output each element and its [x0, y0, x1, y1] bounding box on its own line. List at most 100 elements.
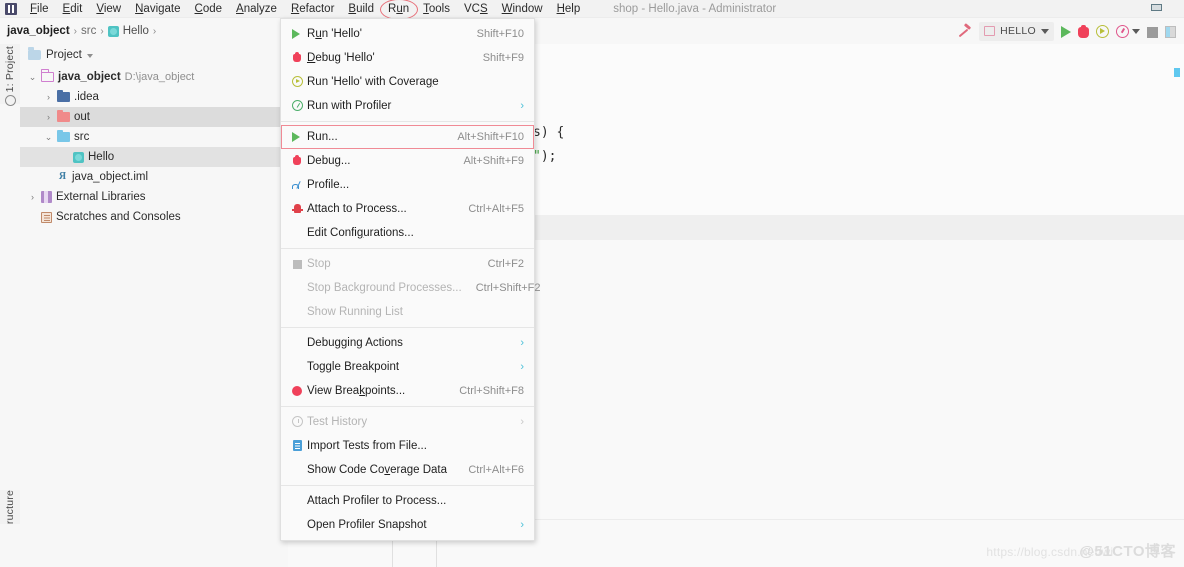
tree-node-src[interactable]: ⌄ src [20, 127, 288, 147]
menu-item-shortcut: Ctrl+Shift+F8 [459, 385, 524, 397]
structure-dot-icon [4, 95, 16, 107]
menu-item-profile[interactable]: Profile... [281, 173, 534, 197]
menu-item-run-with-profiler[interactable]: Run with Profiler › [281, 94, 534, 118]
tree-node-scratches-and-consoles[interactable]: › Scratches and Consoles [20, 207, 288, 227]
menu-item-attach-to-process[interactable]: Attach to Process... Ctrl+Alt+F5 [281, 197, 534, 221]
menu-refactor[interactable]: Refactor [284, 2, 341, 16]
stripe-label-project: 1: Project [4, 45, 16, 93]
history-icon [289, 414, 307, 430]
breadcrumb-separator: › [100, 25, 104, 37]
menu-item-toggle-breakpoint[interactable]: Toggle Breakpoint › [281, 355, 534, 379]
menu-build[interactable]: Build [341, 2, 381, 16]
menu-item-import-tests-from-file[interactable]: Import Tests from File... [281, 434, 534, 458]
menu-file[interactable]: File [23, 2, 56, 16]
menu-view[interactable]: View [89, 2, 128, 16]
menu-item-debug[interactable]: Debug... Alt+Shift+F9 [281, 149, 534, 173]
layout-icon[interactable] [1165, 26, 1176, 38]
menu-item-debug-hello[interactable]: Debug 'Hello' Shift+F9 [281, 46, 534, 70]
stop-icon [289, 256, 307, 272]
chevron-down-icon[interactable] [1132, 28, 1140, 34]
idea-folder-icon [57, 89, 70, 102]
menu-item-attach-profiler-to-process[interactable]: Attach Profiler to Process... [281, 489, 534, 513]
scrollbar-marker[interactable] [1174, 68, 1180, 77]
chevron-down-icon[interactable] [1041, 28, 1049, 34]
tree-node-java-object-iml[interactable]: › Яjava_object.iml [20, 167, 288, 187]
minimize-icon[interactable] [1151, 4, 1162, 11]
menu-navigate[interactable]: Navigate [128, 2, 187, 16]
menu-window[interactable]: Window [495, 2, 550, 16]
breadcrumb-item-src[interactable]: src [81, 25, 96, 37]
run-with-coverage-icon[interactable] [1096, 25, 1109, 38]
stop-icon[interactable] [1147, 26, 1158, 38]
chevron-right-icon: › [520, 361, 524, 373]
run-with-coverage-icon-glyph [292, 76, 303, 87]
tree-node-hello[interactable]: › Hello [20, 147, 288, 167]
debug-icon[interactable] [1078, 24, 1089, 38]
configuration-icon [984, 26, 996, 36]
menu-item-edit-configurations[interactable]: Edit Configurations... [281, 221, 534, 245]
breadcrumb-item-project[interactable]: java_object [7, 25, 70, 37]
no-icon [289, 335, 307, 351]
chevron-down-icon[interactable] [86, 53, 93, 58]
chevron-right-icon: › [28, 212, 37, 222]
menu-item-label: Open Profiler Snapshot [307, 519, 427, 531]
import-file-icon [289, 438, 307, 454]
hammer-icon[interactable] [957, 24, 972, 39]
breadcrumb-separator: › [152, 25, 157, 37]
tree-node-label: Scratches and Consoles [56, 211, 181, 223]
run-icon [289, 129, 307, 145]
menu-help[interactable]: Help [550, 2, 588, 16]
menu-item-stop: Stop Ctrl+F2 [281, 252, 534, 276]
main-toolbar: HELLO [957, 20, 1176, 42]
no-icon [289, 462, 307, 478]
chevron-right-icon[interactable]: › [44, 92, 53, 102]
menu-code[interactable]: Code [188, 2, 230, 16]
menu-item-label: Attach to Process... [307, 203, 407, 215]
menu-item-shortcut: Alt+Shift+F9 [463, 155, 524, 167]
menu-item-label: Debug 'Hello' [307, 52, 375, 64]
tree-node-java-object[interactable]: ⌄ java_object D:\java_object [20, 67, 288, 87]
chevron-right-icon[interactable]: › [44, 112, 53, 122]
menu-item-open-profiler-snapshot[interactable]: Open Profiler Snapshot › [281, 513, 534, 537]
run-icon[interactable] [1061, 26, 1071, 38]
no-icon [289, 359, 307, 375]
chevron-down-icon[interactable]: ⌄ [44, 132, 53, 143]
menu-analyze[interactable]: Analyze [229, 2, 284, 16]
menu-vcs[interactable]: VCS [457, 2, 495, 16]
menu-item-test-history: Test History › [281, 410, 534, 434]
menu-item-run[interactable]: Run... Alt+Shift+F10 [281, 125, 534, 149]
menu-edit[interactable]: Edit [56, 2, 90, 16]
profiler-blue-icon-glyph [292, 181, 304, 189]
chevron-right-icon[interactable]: › [28, 192, 37, 202]
menu-item-view-breakpoints[interactable]: View Breakpoints... Ctrl+Shift+F8 [281, 379, 534, 403]
tool-window-stripe-project[interactable]: 1: Project [0, 44, 20, 107]
chevron-right-icon: › [44, 172, 53, 182]
menu-item-debugging-actions[interactable]: Debugging Actions › [281, 331, 534, 355]
menu-item-stop-background-processes: Stop Background Processes... Ctrl+Shift+F… [281, 276, 541, 300]
menu-item-run-hello[interactable]: Run 'Hello' Shift+F10 [281, 22, 534, 46]
breadcrumb-item-class[interactable]: Hello [123, 25, 149, 37]
menu-item-label: Toggle Breakpoint [307, 361, 400, 373]
import-file-icon-glyph [293, 440, 302, 451]
tree-node-out[interactable]: › out [20, 107, 288, 127]
project-panel-header: Project [20, 44, 288, 65]
source-folder-icon [57, 129, 70, 142]
menu-run[interactable]: Run [379, 0, 419, 20]
menu-tools[interactable]: Tools [416, 2, 457, 16]
breakpoint-icon-glyph [292, 386, 302, 396]
tree-node-label: java_object.iml [72, 171, 149, 183]
chevron-right-icon: › [520, 519, 524, 531]
menu-separator [281, 327, 534, 328]
profiler-icon[interactable] [1116, 25, 1129, 38]
menu-separator [281, 485, 534, 486]
menu-item-run-hello-with-coverage[interactable]: Run 'Hello' with Coverage [281, 70, 534, 94]
menu-item-show-code-coverage-data[interactable]: Show Code Coverage Data Ctrl+Alt+F6 [281, 458, 534, 482]
tree-node--idea[interactable]: › .idea [20, 87, 288, 107]
chevron-right-icon: › [520, 100, 524, 112]
menu-item-label: Stop [307, 258, 331, 270]
menu-separator [281, 121, 534, 122]
run-menu-popup[interactable]: Run 'Hello' Shift+F10 Debug 'Hello' Shift+F… [280, 18, 541, 541]
run-configuration-selector[interactable]: HELLO [979, 21, 1054, 41]
chevron-down-icon[interactable]: ⌄ [28, 72, 37, 83]
tree-node-external-libraries[interactable]: › External Libraries [20, 187, 288, 207]
